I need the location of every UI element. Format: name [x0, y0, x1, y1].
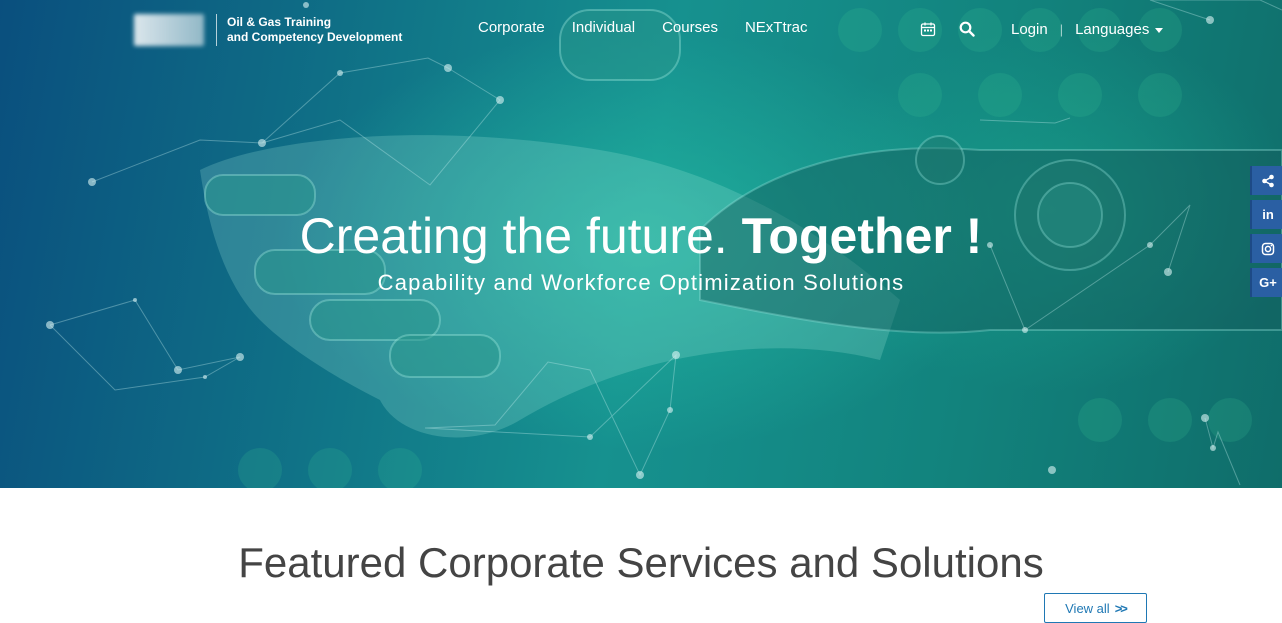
hero-headline-bold: Together ! — [741, 208, 983, 264]
nav-item-individual[interactable]: Individual — [572, 19, 635, 36]
chevron-down-icon — [1155, 27, 1164, 33]
logo-line-1: Oil & Gas Training — [227, 15, 332, 29]
linkedin-icon[interactable]: in — [1250, 200, 1282, 229]
login-link[interactable]: Login — [1011, 21, 1048, 38]
logo-separator — [216, 14, 217, 46]
logo-mark-icon — [134, 14, 204, 46]
main-nav: Corporate Individual Courses NExTtrac — [478, 19, 807, 36]
header-actions: Login | Languages — [918, 16, 1164, 42]
hero-subheadline: Capability and Workforce Optimization So… — [377, 270, 905, 295]
search-icon[interactable] — [957, 19, 977, 39]
hero-headline-regular: Creating the future. — [299, 208, 742, 264]
google-plus-icon[interactable]: G+ — [1250, 268, 1282, 297]
view-all-label: View all — [1065, 600, 1110, 616]
header-divider: | — [1059, 21, 1064, 37]
featured-section-title: Featured Corporate Services and Solution… — [238, 539, 1044, 586]
hero-banner: Oil & Gas Training and Competency Develo… — [0, 0, 1282, 488]
view-all-button[interactable]: View all >> — [1044, 593, 1147, 623]
languages-label: Languages — [1075, 20, 1150, 38]
languages-dropdown[interactable]: Languages — [1075, 20, 1164, 38]
double-chevron-right-icon: >> — [1114, 600, 1128, 616]
instagram-icon[interactable] — [1250, 234, 1282, 263]
share-icon[interactable] — [1250, 166, 1282, 195]
logo-line-2: and Competency Development — [227, 30, 403, 44]
hero-headline: Creating the future. Together ! — [0, 206, 1282, 266]
brand-logo[interactable]: Oil & Gas Training and Competency Develo… — [134, 12, 402, 48]
nav-item-nexttrac[interactable]: NExTtrac — [745, 19, 808, 36]
nav-item-courses[interactable]: Courses — [662, 19, 718, 36]
logo-text: Oil & Gas Training and Competency Develo… — [227, 15, 402, 45]
social-share-bar: in G+ — [1250, 166, 1282, 297]
nav-item-corporate[interactable]: Corporate — [478, 19, 545, 36]
calendar-icon[interactable] — [918, 19, 938, 39]
